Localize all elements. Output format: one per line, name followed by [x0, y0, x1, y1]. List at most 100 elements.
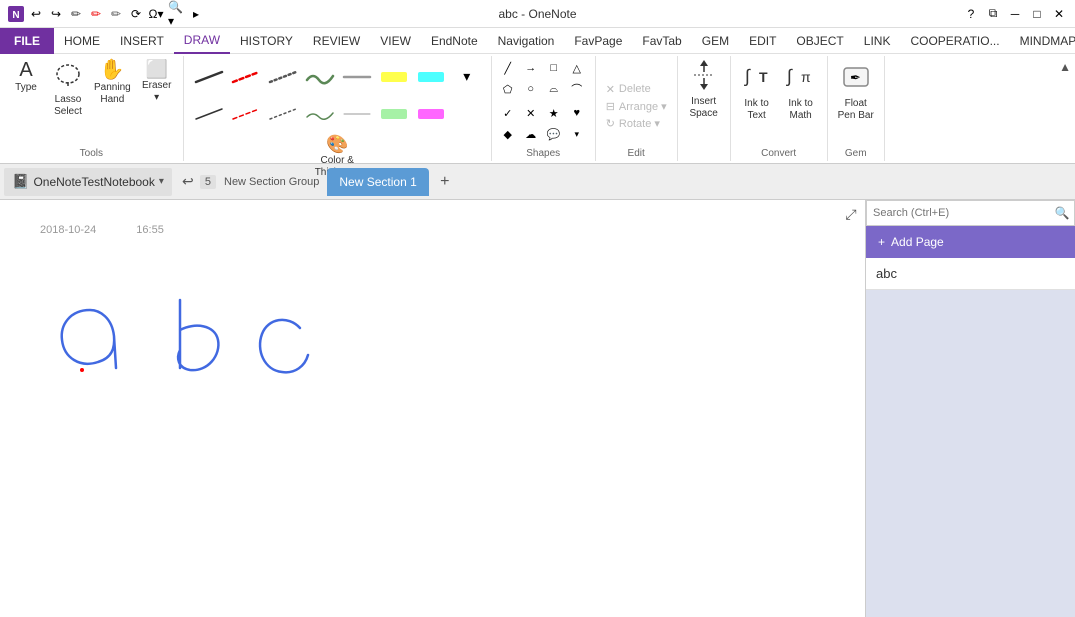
- undo-icon[interactable]: ↩: [28, 6, 44, 22]
- eraser-label: Eraser▾: [142, 80, 171, 104]
- shape-line[interactable]: ╱: [498, 58, 518, 78]
- shapes-group: ╱ → □ △ ⬠ ○ ⌓ ⌒ ✓ ✕ ★ ♥ ◆ ☁ 💬 ▾ Shapes: [492, 56, 596, 161]
- undo-button[interactable]: ↩: [176, 170, 200, 194]
- add-page-button[interactable]: + Add Page: [866, 226, 1075, 258]
- repeat-icon[interactable]: ⟳: [128, 6, 144, 22]
- timestamp: 2018-10-24 16:55: [40, 224, 164, 236]
- tab-object[interactable]: OBJECT: [786, 28, 853, 54]
- ink-to-math-button[interactable]: ∫ π Ink toMath: [781, 58, 821, 124]
- red-dot-indicator: [80, 368, 84, 372]
- tab-review[interactable]: REVIEW: [303, 28, 370, 54]
- search-button[interactable]: 🔍: [1050, 201, 1074, 225]
- shape-circle[interactable]: ○: [521, 79, 541, 99]
- close-icon[interactable]: ✕: [1051, 6, 1067, 22]
- pen-gray-plain[interactable]: [338, 58, 374, 94]
- pen-red-dashed[interactable]: [227, 58, 263, 94]
- pen-black-solid[interactable]: [190, 58, 226, 94]
- highlighter-lime[interactable]: [375, 95, 411, 131]
- rotate-button[interactable]: ↻ Rotate ▾: [602, 116, 664, 131]
- svg-text:π: π: [801, 69, 811, 85]
- tab-gem[interactable]: GEM: [692, 28, 739, 54]
- shape-lasso[interactable]: ⌓: [544, 79, 564, 99]
- pen-thin-teal[interactable]: [301, 95, 337, 131]
- highlighter-magenta[interactable]: [412, 95, 448, 131]
- shape-arrow[interactable]: →: [521, 58, 541, 78]
- pen-gray-dotted[interactable]: [264, 58, 300, 94]
- edit-group-content: ✕ Delete ⊟ Arrange ▾ ↻ Rotate ▾: [602, 58, 671, 146]
- lasso-select-button[interactable]: LassoSelect: [48, 58, 88, 120]
- tab-file[interactable]: FILE: [0, 28, 54, 54]
- lasso-icon: [54, 60, 82, 92]
- shape-rect[interactable]: □: [544, 58, 564, 78]
- help-icon[interactable]: ?: [963, 6, 979, 22]
- main-content: ⤢ 2018-10-24 16:55 🔍 + Add Page: [0, 200, 1075, 617]
- arrange-button[interactable]: ⊟ Arrange ▾: [602, 99, 671, 114]
- shape-cross[interactable]: ✕: [521, 103, 541, 123]
- more-icon[interactable]: ▸: [188, 6, 204, 22]
- add-section-button[interactable]: +: [433, 170, 457, 194]
- tab-home[interactable]: HOME: [54, 28, 110, 54]
- collapse-ribbon-button[interactable]: ▲: [1055, 56, 1075, 161]
- undo-count[interactable]: 5: [200, 175, 216, 189]
- shape-triangle[interactable]: △: [567, 58, 587, 78]
- insert-space-button[interactable]: InsertSpace: [684, 58, 724, 122]
- tab-insert[interactable]: INSERT: [110, 28, 174, 54]
- tab-favtab[interactable]: FavTab: [632, 28, 691, 54]
- expand-button[interactable]: ⤢: [841, 204, 861, 224]
- type-button[interactable]: A Type: [6, 58, 46, 96]
- panning-hand-button[interactable]: ✋ PanningHand: [90, 58, 135, 108]
- notebook-selector[interactable]: 📓 OneNoteTestNotebook ▾: [4, 168, 172, 196]
- redo-icon[interactable]: ↪: [48, 6, 64, 22]
- pen-teal-wave[interactable]: [301, 58, 337, 94]
- restore-icon[interactable]: ⧉: [985, 6, 1001, 22]
- pen2-icon[interactable]: ✏: [88, 6, 104, 22]
- gem-group-content: ✒ FloatPen Bar: [834, 58, 878, 146]
- float-pen-bar-button[interactable]: ✒ FloatPen Bar: [834, 58, 878, 124]
- pen-thin-gray[interactable]: [264, 95, 300, 131]
- section-tab-new-section-1[interactable]: New Section 1: [327, 168, 428, 196]
- shape-cloud[interactable]: ☁: [521, 124, 541, 144]
- page-item[interactable]: abc: [866, 258, 1075, 290]
- right-panel: 🔍 + Add Page abc: [865, 200, 1075, 617]
- tab-cooperatio[interactable]: COOPERATIO...: [900, 28, 1009, 54]
- delete-button[interactable]: ✕ Delete: [602, 82, 655, 97]
- symbol-icon[interactable]: Ω▾: [148, 6, 164, 22]
- arrange-icon: ⊟: [606, 100, 615, 113]
- tab-view[interactable]: VIEW: [370, 28, 421, 54]
- search-icon[interactable]: 🔍▾: [168, 6, 184, 22]
- shape-check[interactable]: ✓: [498, 103, 518, 123]
- shape-heart[interactable]: ♥: [567, 103, 587, 123]
- minimize-icon[interactable]: ─: [1007, 6, 1023, 22]
- tab-history[interactable]: HISTORY: [230, 28, 303, 54]
- tab-endnote[interactable]: EndNote: [421, 28, 488, 54]
- shape-expand[interactable]: ▾: [567, 124, 587, 144]
- section-tab-label: New Section 1: [339, 175, 416, 189]
- shape-diamond[interactable]: ◆: [498, 124, 518, 144]
- pen-expand2[interactable]: [449, 95, 485, 131]
- highlighter-cyan[interactable]: [412, 58, 448, 94]
- shape-star[interactable]: ★: [544, 103, 564, 123]
- pen-icon[interactable]: ✏: [68, 6, 84, 22]
- pen-thin-plain[interactable]: [338, 95, 374, 131]
- highlighter-yellow[interactable]: [375, 58, 411, 94]
- shape-pentagon[interactable]: ⬠: [498, 79, 518, 99]
- tab-link[interactable]: LINK: [854, 28, 901, 54]
- tab-navigation[interactable]: Navigation: [488, 28, 565, 54]
- pen3-icon[interactable]: ✏: [108, 6, 124, 22]
- ink-to-text-button[interactable]: ∫ T Ink toText: [737, 58, 777, 124]
- tab-favpage[interactable]: FavPage: [564, 28, 632, 54]
- pen-thin-red[interactable]: [227, 95, 263, 131]
- canvas-area[interactable]: ⤢ 2018-10-24 16:55: [0, 200, 865, 617]
- shape-arc[interactable]: ⌒: [567, 79, 587, 99]
- pen-thin-black[interactable]: [190, 95, 226, 131]
- eraser-button[interactable]: ⬜ Eraser▾: [137, 58, 177, 106]
- tab-draw[interactable]: DRAW: [174, 28, 230, 54]
- tab-edit[interactable]: EDIT: [739, 28, 786, 54]
- maximize-icon[interactable]: □: [1029, 6, 1045, 22]
- float-pen-bar-label: FloatPen Bar: [838, 98, 874, 122]
- pen-expand[interactable]: ▾: [449, 58, 485, 94]
- shape-callout[interactable]: 💬: [544, 124, 564, 144]
- notebook-dropdown-arrow[interactable]: ▾: [159, 176, 164, 187]
- search-input[interactable]: [867, 207, 1050, 219]
- tab-mindmap[interactable]: MINDMAP: [1010, 28, 1075, 54]
